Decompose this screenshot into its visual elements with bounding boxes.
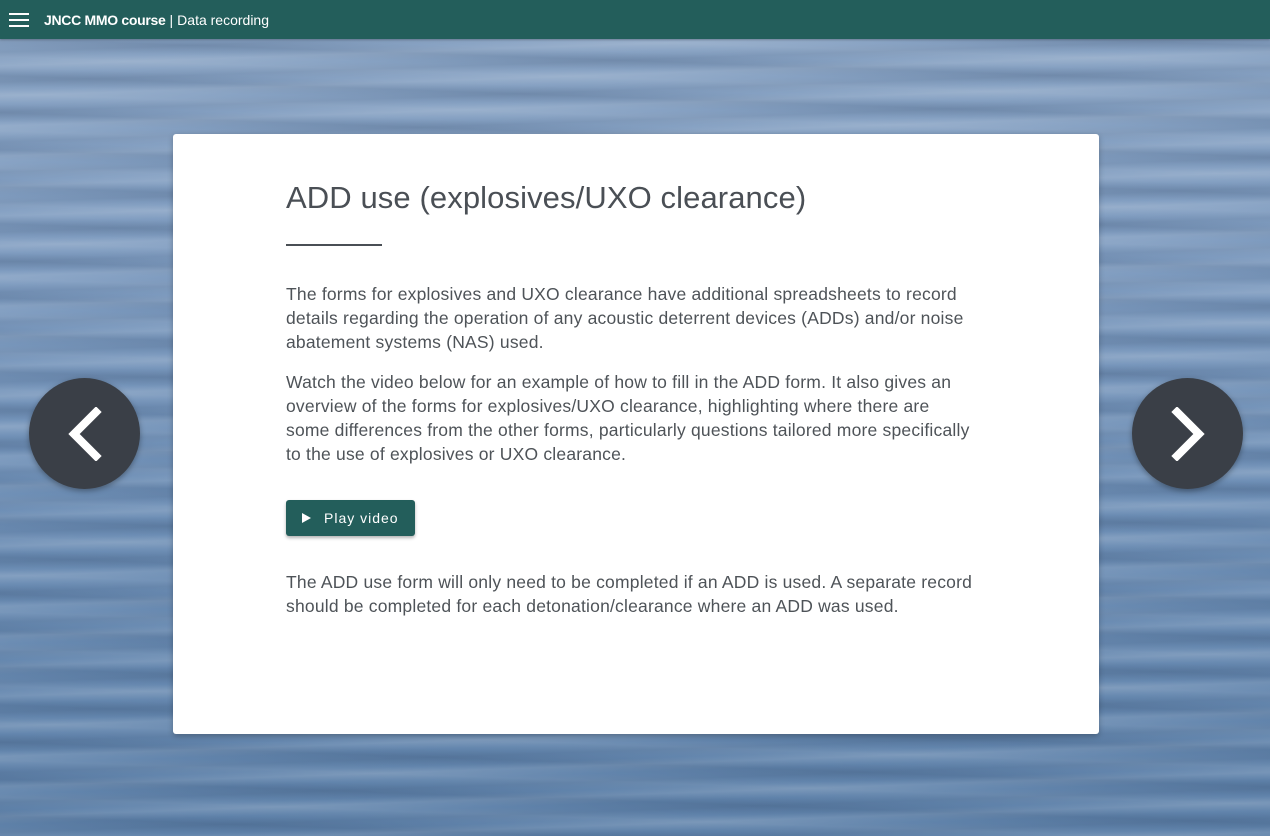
play-icon — [302, 513, 311, 523]
intro-paragraph: The forms for explosives and UXO clearan… — [286, 284, 964, 352]
heading-divider — [286, 244, 382, 246]
page-section-title: Data recording — [177, 11, 269, 28]
previous-page-button[interactable] — [29, 378, 140, 489]
video-description-paragraph: Watch the video below for an example of … — [286, 372, 970, 464]
title-separator: | — [169, 11, 174, 28]
chevron-left-icon — [67, 406, 102, 461]
chevron-right-icon — [1170, 406, 1205, 461]
app-title: JNCC MMO course — [44, 11, 166, 28]
content-card: ADD use (explosives/UXO clearance) The f… — [173, 134, 1099, 734]
add-form-note-paragraph: The ADD use form will only need to be co… — [286, 572, 973, 616]
content-body: ADD use (explosives/UXO clearance) The f… — [286, 178, 976, 634]
top-bar: JNCC MMO course | Data recording — [0, 0, 1270, 39]
hamburger-menu-icon[interactable] — [9, 12, 29, 27]
next-page-button[interactable] — [1132, 378, 1243, 489]
page-heading: ADD use (explosives/UXO clearance) — [286, 180, 807, 215]
play-video-label: Play video — [324, 510, 399, 526]
play-video-button[interactable]: Play video — [286, 500, 415, 536]
